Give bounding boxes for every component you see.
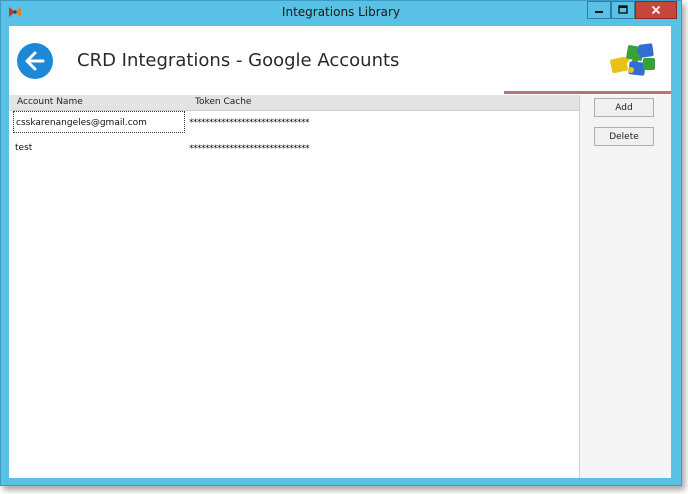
account-name-cell[interactable]: csskarenangeles@gmail.com bbox=[13, 111, 185, 133]
page-header: CRD Integrations - Google Accounts bbox=[9, 26, 671, 94]
account-name-cell[interactable]: test bbox=[13, 137, 187, 159]
column-header-token-cache[interactable]: Token Cache bbox=[195, 97, 251, 107]
maximize-button[interactable] bbox=[611, 1, 635, 19]
accounts-grid[interactable]: Account Name Token Cache csskarenangeles… bbox=[9, 95, 580, 478]
close-button[interactable] bbox=[635, 1, 677, 19]
table-row[interactable]: csskarenangeles@gmail.com **************… bbox=[9, 111, 579, 135]
close-icon bbox=[651, 5, 661, 15]
token-cache-cell[interactable]: ****************************** bbox=[189, 111, 310, 133]
delete-button[interactable]: Delete bbox=[594, 127, 654, 146]
page-title: CRD Integrations - Google Accounts bbox=[77, 50, 400, 71]
table-row[interactable]: test ****************************** bbox=[9, 137, 579, 161]
token-cache-cell[interactable]: ****************************** bbox=[189, 137, 310, 159]
minimize-icon bbox=[595, 11, 603, 13]
back-arrow-icon bbox=[25, 51, 45, 71]
action-panel: Add Delete bbox=[580, 95, 671, 478]
title-bar[interactable]: Integrations Library bbox=[1, 1, 681, 25]
window-title: Integrations Library bbox=[281, 5, 401, 19]
integrations-library-window: Integrations Library CRD Integrations - … bbox=[0, 0, 682, 486]
puzzle-pieces-icon bbox=[610, 43, 655, 76]
grid-header: Account Name Token Cache bbox=[9, 95, 579, 111]
add-button[interactable]: Add bbox=[594, 98, 654, 117]
column-header-account-name[interactable]: Account Name bbox=[17, 97, 83, 107]
minimize-button[interactable] bbox=[587, 1, 611, 19]
back-button[interactable] bbox=[17, 43, 53, 79]
client-area: CRD Integrations - Google Accounts Accou… bbox=[9, 26, 671, 478]
header-accent-line bbox=[504, 91, 671, 94]
maximize-icon bbox=[618, 5, 628, 14]
